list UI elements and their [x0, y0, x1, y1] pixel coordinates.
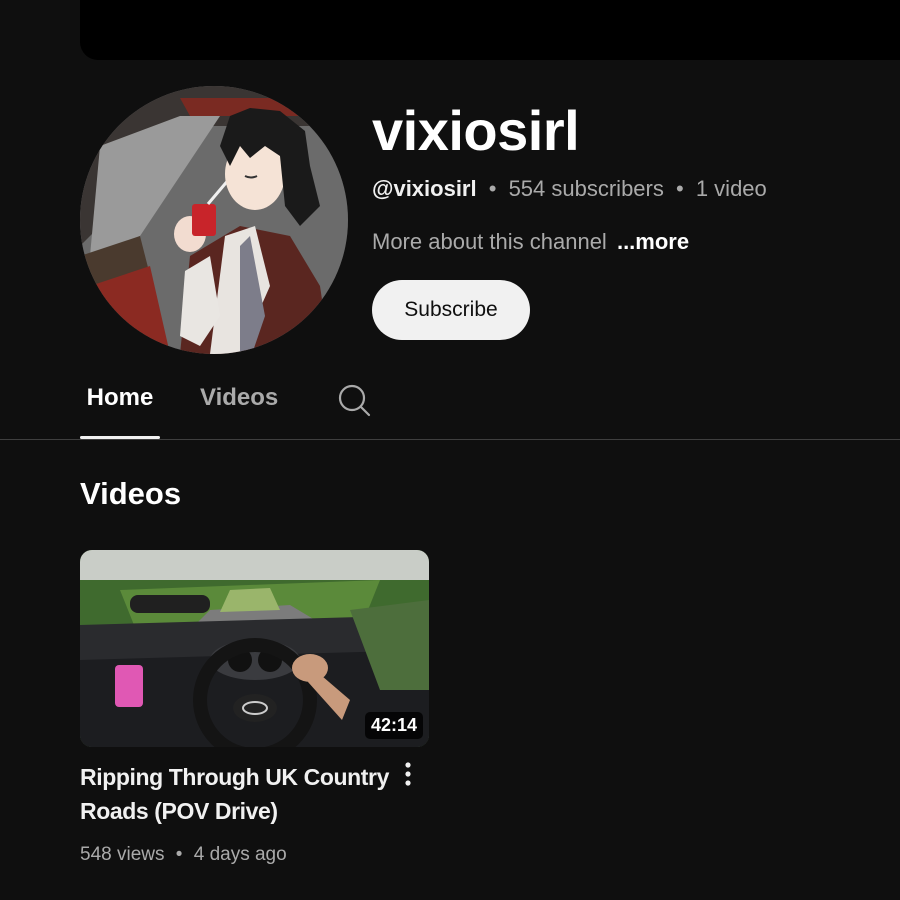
- subscriber-count: 554 subscribers: [508, 176, 664, 201]
- channel-tabs: Home Videos: [0, 364, 900, 440]
- active-tab-indicator: [80, 436, 160, 439]
- tab-videos-label: Videos: [200, 384, 279, 411]
- channel-banner: [80, 0, 900, 60]
- video-meta: 548 views • 4 days ago: [80, 844, 287, 866]
- upload-age: 4 days ago: [193, 844, 287, 865]
- channel-about[interactable]: More about this channel ...more: [372, 229, 689, 255]
- channel-name: vixiosirl: [372, 99, 580, 162]
- channel-page: vixiosirl @vixiosirl • 554 subscribers •…: [0, 0, 900, 900]
- tab-home[interactable]: Home: [80, 384, 160, 439]
- view-count: 548 views: [80, 844, 165, 865]
- avatar-image: [80, 86, 348, 354]
- tab-home-label: Home: [86, 384, 154, 411]
- section-title: Videos: [80, 476, 182, 511]
- video-duration: 42:14: [364, 712, 423, 739]
- search-icon[interactable]: [336, 382, 372, 418]
- tab-videos[interactable]: Videos: [200, 384, 278, 439]
- more-link[interactable]: ...more: [617, 229, 689, 254]
- channel-handle: @vixiosirl: [372, 176, 477, 201]
- video-title[interactable]: Ripping Through UK Country Roads (POV Dr…: [80, 760, 390, 828]
- separator-dot: •: [488, 176, 497, 201]
- subscribe-button[interactable]: Subscribe: [372, 280, 530, 340]
- about-text: More about this channel: [372, 229, 607, 254]
- separator-dot: •: [175, 844, 183, 865]
- channel-avatar[interactable]: [80, 86, 348, 354]
- more-options-icon[interactable]: [396, 760, 420, 790]
- video-thumbnail[interactable]: 42:14: [80, 550, 429, 747]
- separator-dot: •: [676, 176, 684, 201]
- video-count: 1 video: [695, 176, 767, 201]
- channel-meta: @vixiosirl • 554 subscribers • 1 video: [372, 176, 767, 202]
